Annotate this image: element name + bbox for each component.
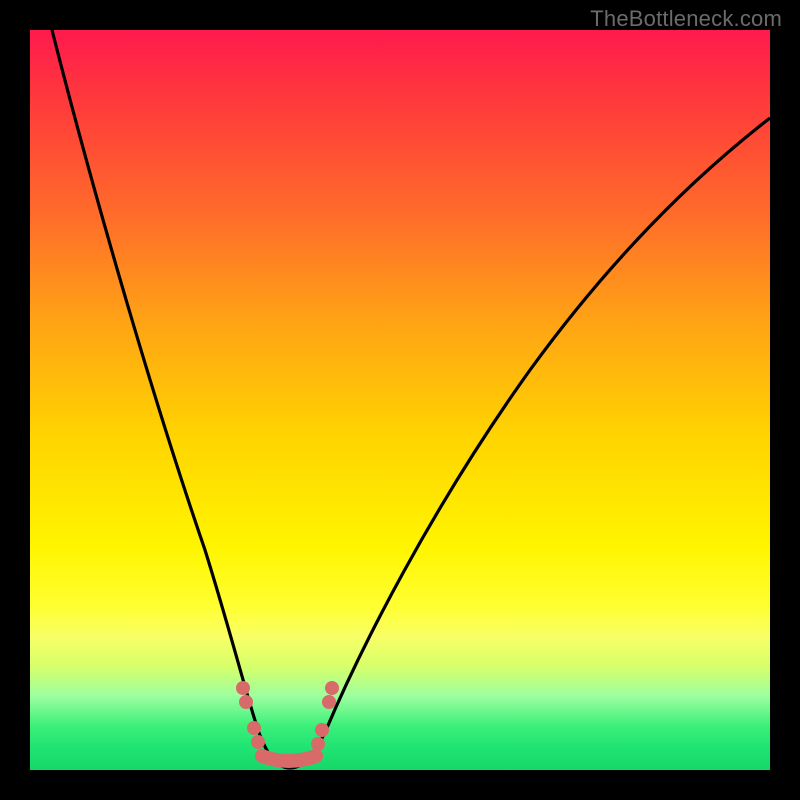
bottleneck-curve-line [52, 30, 770, 768]
trough-bead-icon [322, 695, 336, 709]
plot-area [30, 30, 770, 770]
trough-bead-icon [236, 681, 250, 695]
trough-bead-icon [247, 721, 261, 735]
trough-bead-icon [311, 737, 325, 751]
trough-bead-icon [239, 695, 253, 709]
bottleneck-chart [30, 30, 770, 770]
trough-bead-icon [315, 723, 329, 737]
trough-bead-icon [251, 735, 265, 749]
trough-underline-icon [262, 756, 316, 761]
watermark-label: TheBottleneck.com [590, 6, 782, 32]
trough-bead-icon [325, 681, 339, 695]
